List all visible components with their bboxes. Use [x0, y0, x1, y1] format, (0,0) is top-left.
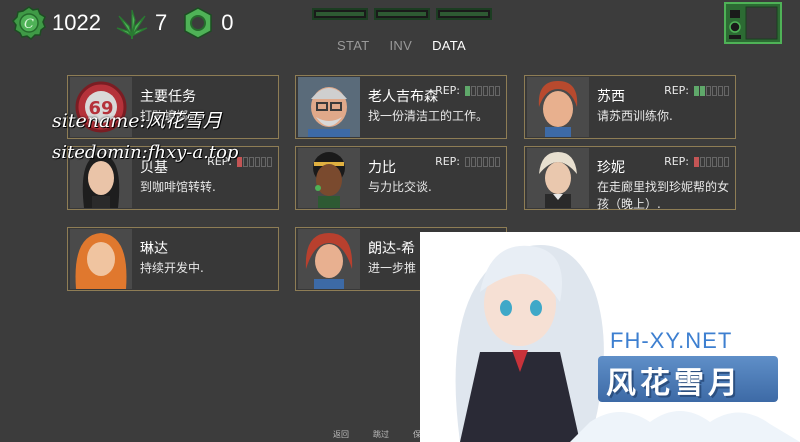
watermark-sitedomain: sitedomin:fhxy-a.top	[52, 142, 239, 163]
rep-segment	[267, 156, 272, 167]
tab-stat[interactable]: STAT	[337, 38, 370, 53]
rep-segment	[465, 156, 470, 167]
caps-stat: C 1022	[12, 6, 101, 40]
card-desc: 持续开发中.	[140, 261, 204, 275]
rep-segment	[712, 85, 717, 96]
rep-segment	[483, 85, 488, 96]
rep-label: REP:	[435, 84, 460, 97]
rep-segment	[495, 156, 500, 167]
tab-bar: STAT INV DATA	[337, 38, 486, 53]
rep-label: REP:	[664, 84, 689, 97]
svg-text:C: C	[24, 17, 34, 32]
rep-segment	[471, 156, 476, 167]
rep-meter: REP:	[435, 155, 500, 168]
libby-portrait	[298, 148, 360, 208]
rep-segment	[706, 85, 711, 96]
rep-segment	[465, 85, 470, 96]
hud-stats: C 1022 7 0	[12, 6, 247, 40]
rep-segment	[724, 85, 729, 96]
rep-segment	[495, 85, 500, 96]
rep-segment	[718, 85, 723, 96]
npc-card-libby[interactable]: 力比 与力比交谈. REP:	[295, 146, 507, 210]
rep-segment	[477, 85, 482, 96]
watermark-brand: 风花雪月	[606, 366, 742, 401]
rep-segment	[471, 85, 476, 96]
weed-leaf-icon	[115, 6, 149, 40]
watermark-banner: FH-XY.NET 风花雪月	[420, 232, 800, 442]
nuts-value: 0	[221, 10, 234, 35]
herbs-value: 7	[154, 10, 168, 35]
rep-label: REP:	[435, 155, 460, 168]
skip-button[interactable]: 跳过	[373, 429, 389, 440]
rep-segment	[718, 156, 723, 167]
card-desc: 与力比交谈.	[368, 180, 432, 194]
card-desc: 在走廊里找到珍妮帮的女孩（晚上）.	[597, 180, 730, 211]
gibson-portrait	[298, 77, 360, 137]
rep-segment	[261, 156, 266, 167]
top-slot-bars	[312, 8, 498, 20]
card-desc: 到咖啡馆转转.	[140, 180, 216, 194]
npc-card-susie[interactable]: 苏西 请苏西训练你. REP:	[524, 75, 736, 139]
card-desc: 找一份清洁工的工作。	[368, 109, 489, 123]
rep-segment	[489, 85, 494, 96]
tab-inv[interactable]: INV	[390, 38, 413, 53]
card-name: 老人吉布森	[368, 89, 438, 105]
rhonda-portrait	[298, 229, 360, 289]
jenny-portrait	[527, 148, 589, 208]
card-name: 珍妮	[597, 160, 625, 176]
rep-segment	[694, 156, 699, 167]
card-desc: 请苏西训练你.	[597, 109, 673, 123]
rep-segment	[706, 156, 711, 167]
rep-segment	[243, 156, 248, 167]
watermark-site: FH-XY.NET	[610, 328, 733, 353]
rep-segment	[700, 85, 705, 96]
phone-menu-icon[interactable]	[724, 2, 782, 44]
herbs-stat: 7	[115, 6, 167, 40]
card-name: 琳达	[140, 241, 168, 257]
slot-bar[interactable]	[436, 8, 492, 20]
linda-portrait	[70, 229, 132, 289]
slot-bar[interactable]	[312, 8, 368, 20]
rep-meter: REP:	[664, 84, 729, 97]
rep-segment	[255, 156, 260, 167]
rep-segment	[249, 156, 254, 167]
rep-segment	[712, 156, 717, 167]
caps-value: 1022	[52, 10, 101, 35]
card-name: 主要任务	[140, 89, 196, 105]
susie-portrait	[527, 77, 589, 137]
card-name: 朗达-希	[368, 241, 416, 257]
rep-segment	[700, 156, 705, 167]
watermark-sitename: sitename:风花雪月	[52, 110, 222, 132]
tab-data[interactable]: DATA	[432, 38, 466, 53]
npc-card-linda[interactable]: 琳达 持续开发中.	[67, 227, 279, 291]
rep-meter: REP:	[664, 155, 729, 168]
rep-segment	[483, 156, 488, 167]
rep-meter: REP:	[435, 84, 500, 97]
back-button[interactable]: 返回	[333, 429, 349, 440]
bottle-cap-icon: C	[12, 6, 46, 40]
card-name: 力比	[368, 160, 396, 176]
hex-nut-icon	[181, 6, 215, 40]
npc-card-gibson[interactable]: 老人吉布森 找一份清洁工的工作。 REP:	[295, 75, 507, 139]
slot-bar[interactable]	[374, 8, 430, 20]
rep-segment	[724, 156, 729, 167]
nuts-stat: 0	[181, 6, 233, 40]
rep-segment	[694, 85, 699, 96]
rep-label: REP:	[664, 155, 689, 168]
rep-segment	[477, 156, 482, 167]
npc-card-jenny[interactable]: 珍妮 在走廊里找到珍妮帮的女孩（晚上）. REP:	[524, 146, 736, 211]
rep-segment	[489, 156, 494, 167]
card-name: 苏西	[597, 89, 625, 105]
